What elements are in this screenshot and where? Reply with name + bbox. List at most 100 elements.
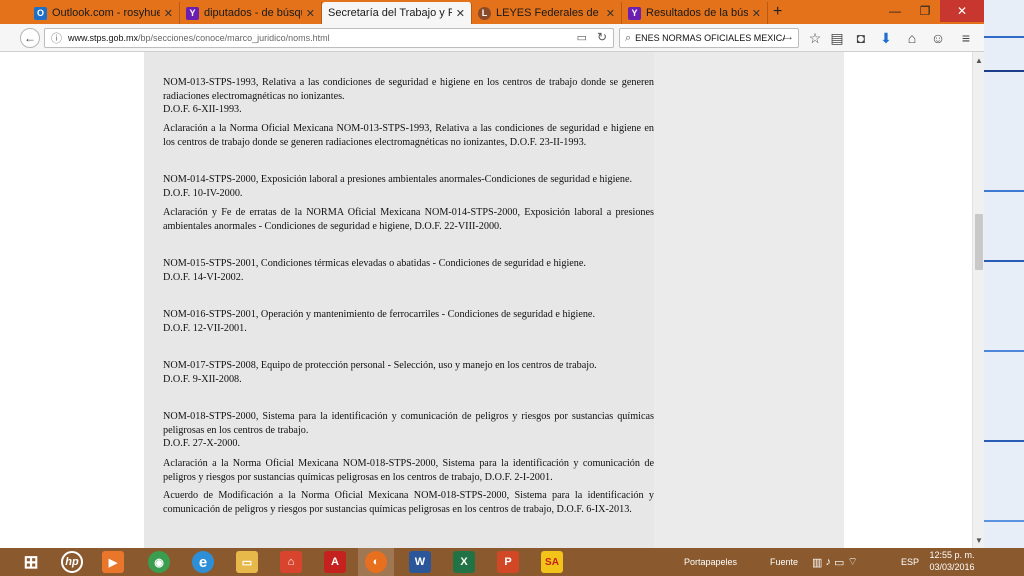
- clarification-text: Aclaración y Fe de erratas de la NORMA O…: [163, 207, 654, 232]
- reload-icon[interactable]: ↻: [597, 30, 607, 44]
- back-button[interactable]: ←: [20, 28, 40, 48]
- tab-outlook[interactable]: O Outlook.com - rosyhuepa... ✕: [28, 2, 180, 24]
- acrobat-icon: A: [324, 551, 346, 573]
- desktop-background: [984, 0, 1024, 548]
- ie-app-button[interactable]: e: [186, 548, 220, 576]
- search-box[interactable]: ⌕ ENES NORMAS OFICIALES MEXICANAS →: [619, 28, 799, 48]
- bookmark-star-icon[interactable]: ☆: [805, 28, 825, 48]
- close-icon[interactable]: ✕: [306, 7, 315, 20]
- amendment-text: Acuerdo de Modificación a la Norma Ofici…: [163, 490, 654, 515]
- minimize-icon[interactable]: —: [880, 0, 910, 22]
- scroll-down-icon[interactable]: ▼: [973, 534, 985, 546]
- nom-title: NOM-013-STPS-1993, Relativa a las condic…: [163, 77, 654, 102]
- excel-app-button[interactable]: X: [446, 548, 482, 576]
- wifi-icon[interactable]: ⌔: [848, 555, 858, 569]
- tray-icons[interactable]: ▥ ♪ ▭ ⌔: [812, 548, 858, 576]
- tray-clipboard-label: Portapapeles: [684, 557, 738, 567]
- nom-title: NOM-016-STPS-2001, Operación y mantenimi…: [163, 309, 596, 320]
- downloads-icon[interactable]: ⬇: [876, 28, 896, 48]
- search-go-icon[interactable]: →: [783, 31, 794, 43]
- window-close-icon[interactable]: ✕: [940, 0, 984, 22]
- battery-icon[interactable]: ▭: [834, 556, 844, 569]
- volume-icon[interactable]: ♪: [825, 556, 831, 568]
- nom-title: NOM-017-STPS-2008, Equipo de protección …: [163, 360, 597, 371]
- nom-dof-date: D.O.F. 10-IV-2000.: [163, 187, 243, 199]
- firefox-app-button[interactable]: ◐: [358, 548, 394, 576]
- new-tab-button[interactable]: +: [773, 3, 782, 21]
- desktop-stripe: [984, 70, 1024, 72]
- sa-app-button[interactable]: SA: [534, 548, 570, 576]
- nom-013-entry: NOM-013-STPS-1993, Relativa a las condic…: [163, 76, 654, 117]
- word-icon: W: [409, 551, 431, 573]
- search-icon: ⌕: [625, 31, 632, 44]
- internet-explorer-icon: e: [192, 551, 214, 573]
- nom-title: NOM-014-STPS-2000, Exposición laboral a …: [163, 174, 633, 185]
- nom-018-clarification: Aclaración a la Norma Oficial Mexicana N…: [163, 457, 654, 484]
- reader-view-icon[interactable]: ▭: [577, 31, 587, 44]
- tray-font-label: Fuente: [770, 557, 799, 567]
- nom-title: NOM-015-STPS-2001, Condiciones térmicas …: [163, 258, 586, 269]
- tab-resultados[interactable]: Y Resultados de la búsqued... ✕: [622, 2, 768, 24]
- nom-014-entry: NOM-014-STPS-2000, Exposición laboral a …: [163, 173, 654, 200]
- close-icon[interactable]: ✕: [164, 7, 173, 20]
- network-icon[interactable]: ▥: [812, 556, 822, 569]
- close-icon[interactable]: ✕: [456, 7, 465, 20]
- chat-icon[interactable]: ☺: [928, 28, 948, 48]
- tab-label: diputados - de búsqueda: [204, 7, 302, 19]
- page-scrollbar[interactable]: ▲ ▼: [972, 52, 984, 548]
- nom-018-amendment: Acuerdo de Modificación a la Norma Ofici…: [163, 489, 654, 516]
- tab-leyes[interactable]: L LEYES Federales de México ✕: [472, 2, 622, 24]
- acrobat-app-button[interactable]: A: [318, 548, 352, 576]
- file-explorer-icon: ▭: [236, 551, 258, 573]
- store-app-button[interactable]: ⌂: [274, 548, 308, 576]
- search-input[interactable]: ENES NORMAS OFICIALES MEXICANAS: [635, 33, 785, 43]
- url-text: www.stps.gob.mx/bp/secciones/conoce/marc…: [68, 33, 330, 43]
- close-icon[interactable]: ✕: [752, 7, 761, 20]
- nom-dof-date: D.O.F. 6-XII-1993.: [163, 104, 242, 115]
- yahoo-icon: Y: [628, 6, 641, 20]
- nom-dof-date: D.O.F. 27-X-2000.: [163, 438, 241, 449]
- nom-014-clarification: Aclaración y Fe de erratas de la NORMA O…: [163, 206, 654, 233]
- clarification-text: Aclaración a la Norma Oficial Mexicana N…: [163, 458, 654, 483]
- desktop-stripe: [984, 36, 1024, 38]
- nom-018-entry: NOM-018-STPS-2000, Sistema para la ident…: [163, 410, 654, 451]
- powerpoint-app-button[interactable]: P: [490, 548, 526, 576]
- menu-icon[interactable]: ≡: [956, 28, 976, 48]
- outlook-icon: O: [34, 6, 47, 20]
- nom-013-clarification: Aclaración a la Norma Oficial Mexicana N…: [163, 122, 654, 149]
- tab-label: LEYES Federales de México: [496, 7, 602, 19]
- store-icon: ⌂: [280, 551, 302, 573]
- word-app-button[interactable]: W: [402, 548, 438, 576]
- site-info-icon[interactable]: ⓘ: [51, 30, 62, 46]
- start-button[interactable]: ⊞: [12, 548, 50, 576]
- windows-logo-icon: ⊞: [23, 551, 39, 572]
- tab-label: Outlook.com - rosyhuepa...: [52, 7, 160, 19]
- hp-app-button[interactable]: hp: [55, 548, 89, 576]
- explorer-app-button[interactable]: ▭: [230, 548, 264, 576]
- home-icon[interactable]: ⌂: [902, 28, 922, 48]
- scroll-up-icon[interactable]: ▲: [973, 54, 985, 66]
- language-indicator[interactable]: ESP: [901, 548, 919, 576]
- chrome-app-button[interactable]: ◉: [142, 548, 176, 576]
- firefox-icon: ◐: [365, 551, 387, 573]
- restore-icon[interactable]: ❐: [910, 0, 940, 22]
- tab-secretaria[interactable]: Secretaría del Trabajo y Previsi... ✕: [322, 2, 472, 24]
- media-app-button[interactable]: ▶: [96, 548, 130, 576]
- content-column: NOM-013-STPS-1993, Relativa a las condic…: [144, 52, 654, 548]
- nom-dof-date: D.O.F. 12-VII-2001.: [163, 322, 247, 334]
- desktop-stripe: [984, 520, 1024, 522]
- url-bar[interactable]: ⓘ www.stps.gob.mx/bp/secciones/conoce/ma…: [44, 28, 614, 48]
- tab-diputados[interactable]: Y diputados - de búsqueda ✕: [180, 2, 322, 24]
- nom-dof-date: D.O.F. 14-VI-2002.: [163, 271, 244, 283]
- scrollbar-thumb[interactable]: [975, 214, 983, 270]
- desktop-stripe: [984, 350, 1024, 352]
- sa-app-icon: SA: [541, 551, 563, 573]
- hp-logo-icon: hp: [61, 551, 83, 573]
- bookmarks-list-icon[interactable]: ▤: [827, 28, 847, 48]
- powerpoint-icon: P: [497, 551, 519, 573]
- close-icon[interactable]: ✕: [606, 7, 615, 20]
- pocket-icon[interactable]: ◘: [851, 28, 871, 48]
- desktop-stripe: [984, 260, 1024, 262]
- nom-015-entry: NOM-015-STPS-2001, Condiciones térmicas …: [163, 257, 654, 284]
- system-clock[interactable]: 12:55 p. m. 03/03/2016: [922, 549, 982, 573]
